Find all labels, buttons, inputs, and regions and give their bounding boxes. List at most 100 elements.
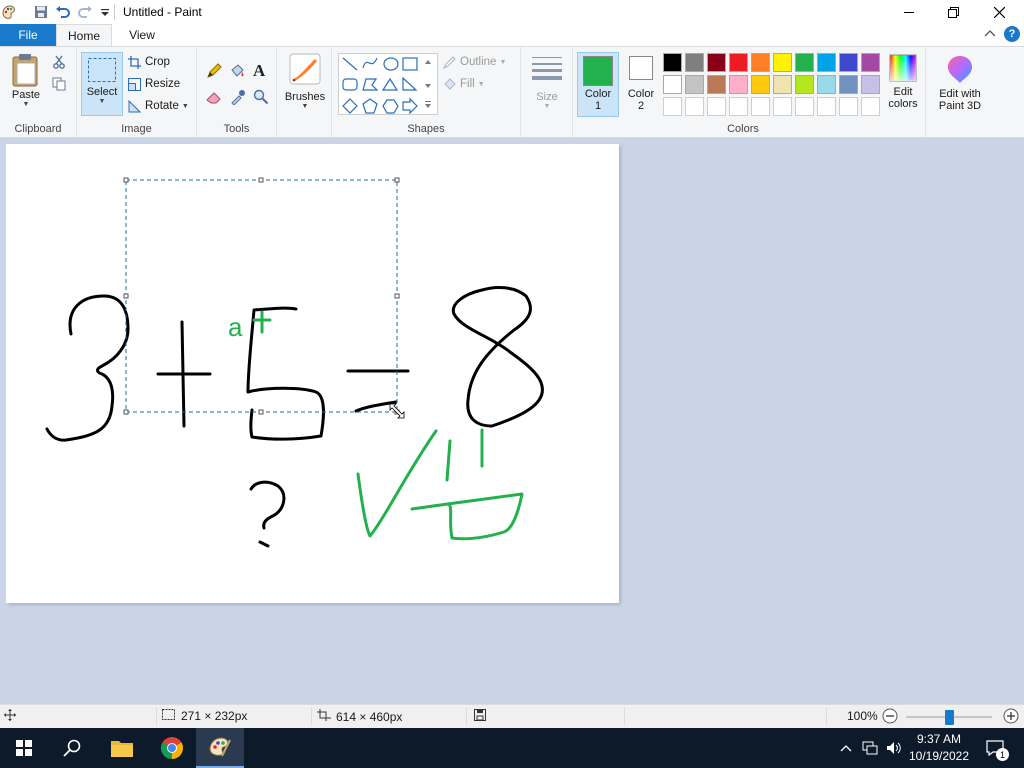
collapse-ribbon-icon[interactable] bbox=[984, 28, 996, 43]
palette-color-swatch[interactable] bbox=[729, 75, 748, 94]
selection-handle-left[interactable] bbox=[123, 293, 129, 299]
palette-color-swatch[interactable] bbox=[773, 53, 792, 72]
rounded-rectangle-shape-icon[interactable] bbox=[342, 78, 358, 91]
palette-custom-slot[interactable] bbox=[839, 97, 858, 116]
selection-handle-top-right[interactable] bbox=[394, 177, 400, 183]
pencil-icon[interactable] bbox=[206, 63, 222, 82]
palette-color-swatch[interactable] bbox=[817, 53, 836, 72]
edit-with-paint3d-button[interactable]: Edit with Paint 3D bbox=[934, 54, 986, 112]
hexagon-shape-icon[interactable] bbox=[382, 99, 399, 114]
show-hidden-icons-button[interactable] bbox=[836, 728, 856, 768]
shapes-scroll-down-icon[interactable] bbox=[424, 79, 432, 93]
palette-color-swatch[interactable] bbox=[751, 53, 770, 72]
canvas-workspace[interactable]: a bbox=[0, 139, 1024, 704]
paste-dropdown-icon[interactable]: ▼ bbox=[23, 101, 30, 108]
drawing-canvas[interactable]: a bbox=[6, 144, 619, 603]
palette-custom-slot[interactable] bbox=[773, 97, 792, 116]
color-picker-icon[interactable] bbox=[230, 89, 246, 108]
diamond-shape-icon[interactable] bbox=[342, 98, 358, 114]
save-icon[interactable] bbox=[32, 3, 50, 21]
curve-shape-icon[interactable] bbox=[362, 57, 378, 69]
palette-color-swatch[interactable] bbox=[685, 75, 704, 94]
palette-color-swatch[interactable] bbox=[839, 75, 858, 94]
tab-file[interactable]: File bbox=[0, 24, 56, 46]
restore-button[interactable] bbox=[930, 0, 976, 24]
line-shape-icon[interactable] bbox=[342, 57, 358, 71]
palette-color-swatch[interactable] bbox=[707, 75, 726, 94]
search-button[interactable] bbox=[48, 728, 96, 768]
close-button[interactable] bbox=[976, 0, 1022, 24]
rectangle-shape-icon[interactable] bbox=[402, 57, 418, 71]
size-button[interactable]: Size ▼ bbox=[527, 55, 567, 110]
zoom-slider-thumb[interactable] bbox=[945, 710, 954, 725]
fill-dropdown-icon[interactable]: ▼ bbox=[478, 81, 485, 88]
selection-handle-top[interactable] bbox=[258, 177, 264, 183]
help-icon[interactable]: ? bbox=[1004, 26, 1020, 42]
palette-color-swatch[interactable] bbox=[861, 75, 880, 94]
shapes-scroll-up-icon[interactable] bbox=[424, 55, 432, 69]
file-explorer-button[interactable] bbox=[98, 728, 146, 768]
notifications-button[interactable]: 1 bbox=[978, 728, 1012, 768]
palette-color-swatch[interactable] bbox=[861, 53, 880, 72]
color2-button[interactable]: Color 2 bbox=[623, 56, 659, 112]
palette-custom-slot[interactable] bbox=[861, 97, 880, 116]
cut-icon[interactable] bbox=[52, 55, 66, 72]
palette-color-swatch[interactable] bbox=[773, 75, 792, 94]
shapes-more-icon[interactable] bbox=[424, 99, 432, 113]
customize-quick-access-icon[interactable] bbox=[96, 3, 114, 21]
zoom-in-button[interactable] bbox=[1003, 708, 1019, 724]
palette-custom-slot[interactable] bbox=[707, 97, 726, 116]
palette-color-swatch[interactable] bbox=[685, 53, 704, 72]
paste-button[interactable]: Paste ▼ bbox=[6, 53, 46, 108]
brushes-button[interactable]: Brushes ▼ bbox=[283, 53, 327, 110]
palette-custom-slot[interactable] bbox=[685, 97, 704, 116]
zoom-out-button[interactable] bbox=[882, 708, 898, 724]
eraser-icon[interactable] bbox=[206, 89, 222, 108]
palette-custom-slot[interactable] bbox=[663, 97, 682, 116]
selection-rectangle[interactable] bbox=[123, 177, 400, 415]
edit-colors-button[interactable]: Edit colors bbox=[884, 54, 922, 110]
palette-color-swatch[interactable] bbox=[795, 75, 814, 94]
selection-handle-right[interactable] bbox=[394, 293, 400, 299]
network-icon[interactable] bbox=[858, 728, 882, 768]
fill-button[interactable]: Fill ▼ bbox=[442, 77, 485, 91]
palette-custom-slot[interactable] bbox=[817, 97, 836, 116]
undo-icon[interactable] bbox=[54, 3, 72, 21]
palette-color-swatch[interactable] bbox=[663, 53, 682, 72]
outline-dropdown-icon[interactable]: ▼ bbox=[499, 59, 506, 66]
selection-handle-top-left[interactable] bbox=[123, 177, 129, 183]
fill-bucket-icon[interactable] bbox=[229, 63, 245, 82]
palette-color-swatch[interactable] bbox=[729, 53, 748, 72]
palette-color-swatch[interactable] bbox=[707, 53, 726, 72]
palette-custom-slot[interactable] bbox=[729, 97, 748, 116]
palette-custom-slot[interactable] bbox=[795, 97, 814, 116]
rotate-button[interactable]: Rotate ▼ bbox=[127, 99, 189, 113]
triangle-shape-icon[interactable] bbox=[381, 77, 399, 91]
copy-icon[interactable] bbox=[52, 77, 66, 94]
palette-color-swatch[interactable] bbox=[817, 75, 836, 94]
magnifier-icon[interactable] bbox=[253, 89, 269, 108]
select-button[interactable]: Select ▼ bbox=[81, 52, 123, 116]
volume-icon[interactable] bbox=[882, 728, 906, 768]
taskbar-clock[interactable]: 9:37 AM 10/19/2022 bbox=[908, 731, 970, 765]
arrow-shape-icon[interactable] bbox=[402, 97, 418, 115]
paint-taskbar-button[interactable] bbox=[196, 728, 244, 768]
minimize-button[interactable] bbox=[886, 0, 932, 24]
brushes-dropdown-icon[interactable]: ▼ bbox=[302, 103, 309, 110]
pentagon-shape-icon[interactable] bbox=[362, 98, 378, 114]
palette-color-swatch[interactable] bbox=[663, 75, 682, 94]
rotate-dropdown-icon[interactable]: ▼ bbox=[182, 103, 189, 110]
right-triangle-shape-icon[interactable] bbox=[402, 76, 418, 91]
tab-home[interactable]: Home bbox=[56, 24, 112, 47]
palette-custom-slot[interactable] bbox=[751, 97, 770, 116]
selection-handle-bottom-left[interactable] bbox=[123, 409, 129, 415]
tab-view[interactable]: View bbox=[114, 24, 170, 46]
oval-shape-icon[interactable] bbox=[383, 57, 399, 71]
palette-color-swatch[interactable] bbox=[795, 53, 814, 72]
color1-button[interactable]: Color 1 bbox=[577, 52, 619, 117]
size-dropdown-icon[interactable]: ▼ bbox=[544, 103, 551, 110]
redo-icon[interactable] bbox=[76, 3, 94, 21]
start-button[interactable] bbox=[0, 728, 48, 768]
palette-color-swatch[interactable] bbox=[839, 53, 858, 72]
paint-app-icon[interactable] bbox=[0, 3, 18, 21]
